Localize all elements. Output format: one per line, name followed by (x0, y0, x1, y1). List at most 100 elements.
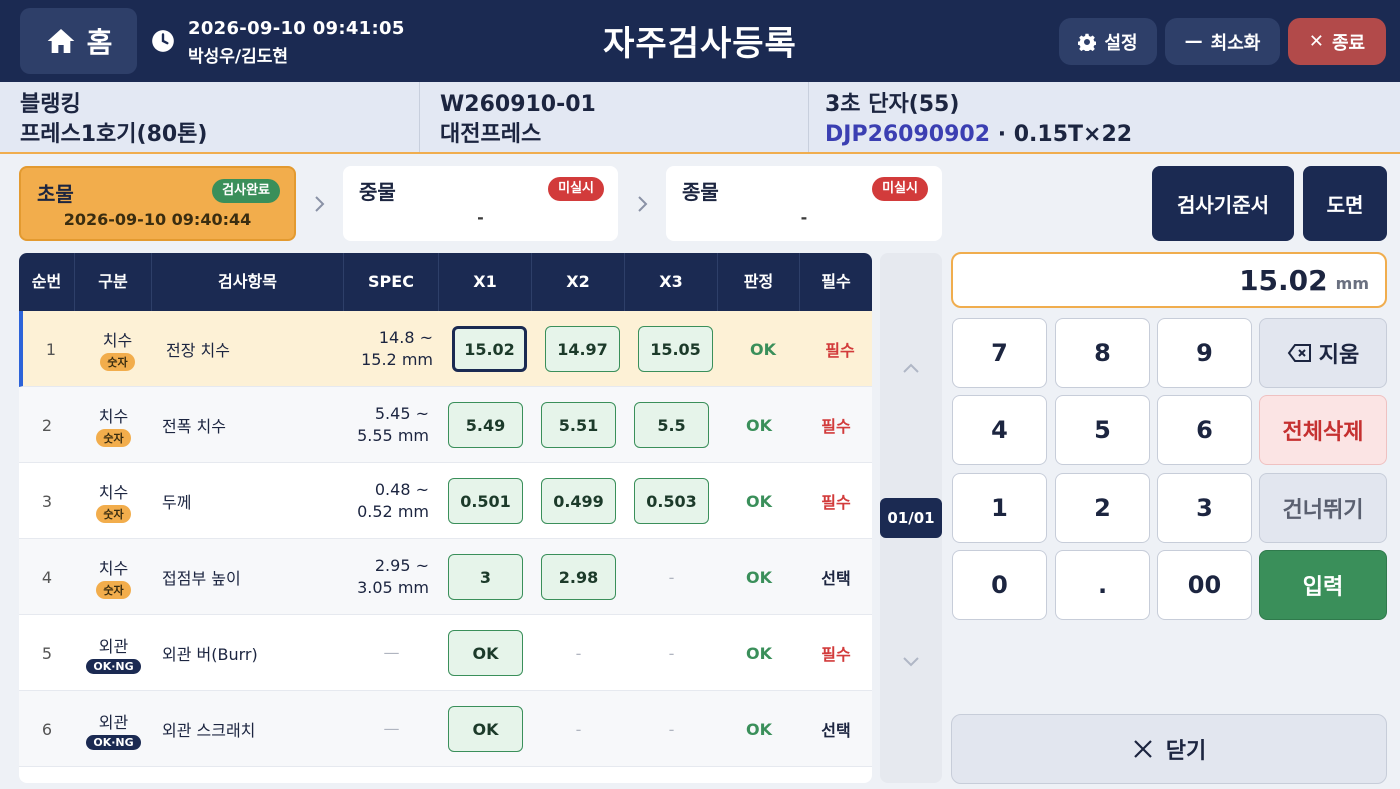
keypad-key[interactable]: 8 (1055, 318, 1150, 388)
type-label: 치수 (98, 559, 129, 578)
measure-x1[interactable]: 0.501 (448, 478, 523, 524)
row-type: 외관 OK·NG (75, 691, 152, 767)
row-judge: OK (746, 643, 772, 663)
backspace-label: 지움 (1318, 343, 1360, 368)
keypad-key[interactable]: 1 (952, 473, 1047, 543)
measure-x3[interactable]: 0.503 (634, 478, 709, 524)
backspace-button[interactable]: 지움 (1259, 318, 1387, 388)
table-row[interactable]: 6 외관 OK·NG 외관 스크래치 — OK - - OK 선택 (19, 691, 872, 767)
spec-upper: 15.2 mm (361, 350, 433, 369)
keypad-key[interactable]: 7 (952, 318, 1047, 388)
measure-x1[interactable]: 15.02 (452, 326, 527, 372)
minimize-icon: — (1184, 31, 1203, 52)
exit-button[interactable]: ✕ 종료 (1288, 18, 1386, 65)
cell-x1: OK (439, 691, 532, 767)
stage-middle[interactable]: 중물 미실시 - (343, 166, 618, 241)
cell-x2[interactable]: - (532, 691, 625, 767)
table-row[interactable]: 3 치수 숫자 두께 0.48 ~ 0.52 mm 0.501 0.499 0.50… (19, 463, 872, 539)
measure-x1[interactable]: OK (448, 706, 523, 752)
row-item: 전폭 치수 (162, 417, 226, 436)
cell-x2[interactable]: - (532, 615, 625, 691)
measure-x2[interactable]: 0.499 (541, 478, 616, 524)
keypad-key[interactable]: 0 (952, 550, 1047, 620)
stage-name: 초물 (37, 182, 74, 206)
empty-measure: - (668, 643, 675, 663)
row-spec: 0.48 ~ 0.52 mm (344, 463, 439, 539)
close-panel-button[interactable]: 닫기 (951, 714, 1387, 784)
settings-label: 설정 (1104, 32, 1138, 54)
info-process-col: 블랭킹 프레스1호기(80톤) (0, 82, 420, 152)
skip-button[interactable]: 건너뛰기 (1259, 473, 1387, 543)
cell-x3: 0.503 (625, 463, 718, 539)
keypad-key[interactable]: 2 (1055, 473, 1150, 543)
keypad-key[interactable]: 00 (1157, 550, 1252, 620)
row-type: 외관 OK·NG (75, 615, 152, 691)
minimize-button[interactable]: — 최소화 (1165, 18, 1280, 65)
table-header: 순번 구분 검사항목 SPEC X1 X2 X3 판정 필수 (19, 253, 872, 311)
cell-x2: 2.98 (532, 539, 625, 615)
keypad-key[interactable]: . (1055, 550, 1150, 620)
measure-x2[interactable]: 2.98 (541, 554, 616, 600)
minimize-label: 최소화 (1210, 32, 1261, 54)
home-button[interactable]: 홈 (20, 8, 137, 74)
measure-x2[interactable]: 5.51 (541, 402, 616, 448)
row-type: 치수 숫자 (79, 311, 156, 387)
chevron-up-icon[interactable] (900, 357, 922, 379)
keypad-key[interactable]: 9 (1157, 318, 1252, 388)
measure-x1[interactable]: OK (448, 630, 523, 676)
row-spec: — (344, 691, 439, 767)
stage-first[interactable]: 초물 검사완료 2026-09-10 09:40:44 (19, 166, 296, 241)
cell-x3[interactable]: - (625, 615, 718, 691)
backspace-icon (1287, 344, 1311, 362)
col-header-x3: X3 (625, 253, 718, 311)
type-badge: 숫자 (96, 505, 131, 523)
table-row[interactable]: 5 외관 OK·NG 외관 버(Burr) — OK - - OK 필수 (19, 615, 872, 691)
row-required: 필수 (821, 417, 851, 436)
row-judge: OK (746, 491, 772, 511)
keypad-key[interactable]: 4 (952, 395, 1047, 465)
row-item: 외관 버(Burr) (162, 645, 258, 664)
table-row[interactable]: 1 치수 숫자 전장 치수 14.8 ~ 15.2 mm 15.02 14.97 1… (19, 311, 872, 387)
home-label: 홈 (86, 26, 113, 59)
spec-range: 2.95 ~ (374, 556, 429, 575)
chevron-down-icon[interactable] (900, 651, 922, 673)
inspection-table: 순번 구분 검사항목 SPEC X1 X2 X3 판정 필수 1 치수 숫자 전장… (19, 253, 872, 783)
keypad-key[interactable]: 5 (1055, 395, 1150, 465)
clear-all-button[interactable]: 전체삭제 (1259, 395, 1387, 465)
keypad-key[interactable]: 6 (1157, 395, 1252, 465)
stage-last[interactable]: 종물 미실시 - (666, 166, 942, 241)
inspection-standard-button[interactable]: 검사기준서 (1152, 166, 1294, 241)
measure-x3[interactable]: 5.5 (634, 402, 709, 448)
type-label: 외관 (98, 712, 129, 732)
measure-x1[interactable]: 3 (448, 554, 523, 600)
settings-button[interactable]: 설정 (1059, 18, 1157, 65)
row-judge: OK (750, 339, 776, 359)
enter-button[interactable]: 입력 (1259, 550, 1387, 620)
spec-upper: 0.52 mm (357, 502, 429, 521)
cell-x1: OK (439, 615, 532, 691)
row-judge: OK (746, 415, 772, 435)
table-row[interactable]: 4 치수 숫자 접점부 높이 2.95 ~3.05 mm 3 2.98 - OK … (19, 539, 872, 615)
measure-x2[interactable]: 14.97 (545, 326, 620, 372)
table-row[interactable]: 2 치수 숫자 전폭 치수 5.45 ~ 5.55 mm 5.49 5.51 5.5… (19, 387, 872, 463)
cell-x3: 5.5 (625, 387, 718, 463)
gear-icon (1078, 33, 1097, 51)
measure-x1[interactable]: 5.49 (448, 402, 523, 448)
close-icon: ✕ (1308, 31, 1324, 52)
page-indicator: 01/01 (880, 498, 942, 538)
cell-x3[interactable]: - (625, 539, 718, 615)
inspector-names: 박성우/김도현 (188, 47, 289, 67)
material-spec: · 0.15T×22 (997, 122, 1133, 147)
stage-time: 2026-09-10 09:40:44 (63, 210, 252, 229)
row-required: 선택 (821, 721, 851, 740)
row-number: 5 (41, 643, 53, 663)
info-order-col: W260910-01 대전프레스 (420, 82, 809, 152)
keypad-key[interactable]: 3 (1157, 473, 1252, 543)
cell-x3[interactable]: - (625, 691, 718, 767)
row-number: 6 (41, 719, 53, 739)
drawing-button[interactable]: 도면 (1303, 166, 1387, 241)
status-badge: 미실시 (872, 177, 928, 201)
measure-x3[interactable]: 15.05 (638, 326, 713, 372)
stage-time: - (477, 208, 484, 227)
chevron-right-icon (638, 196, 648, 212)
